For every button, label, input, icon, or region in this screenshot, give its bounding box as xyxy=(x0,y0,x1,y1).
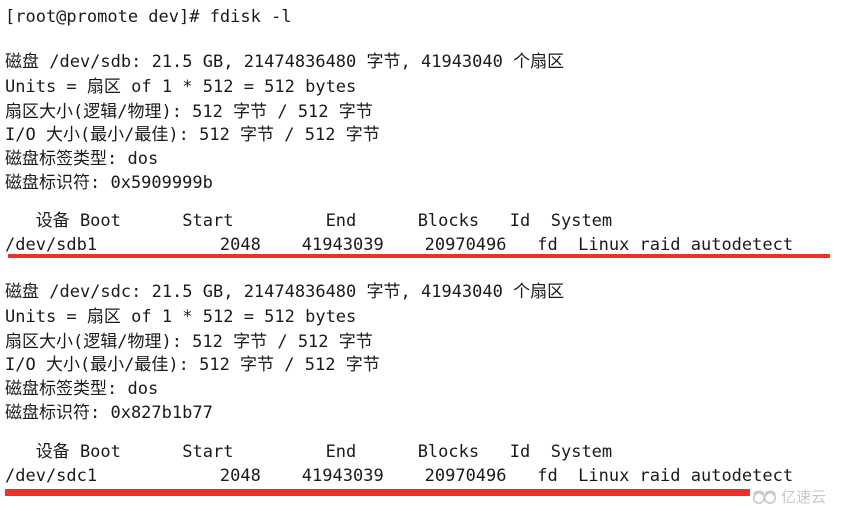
disk-units-sdc: Units = 扇区 of 1 * 512 = 512 bytes xyxy=(5,307,357,327)
disk-io-size-sdb: I/O 大小(最小/最佳): 512 字节 / 512 字节 xyxy=(5,125,380,145)
partition-row-sdc1: /dev/sdc1 2048 41943039 20970496 fd Linu… xyxy=(5,466,794,486)
highlight-underline-sdc xyxy=(5,489,750,496)
disk-identifier-sdb: 磁盘标识符: 0x5909999b xyxy=(5,173,213,193)
watermark-text: 亿速云 xyxy=(781,488,827,506)
disk-label-type-sdc: 磁盘标签类型: dos xyxy=(5,379,159,399)
disk-io-size-sdc: I/O 大小(最小/最佳): 512 字节 / 512 字节 xyxy=(5,355,380,375)
disk-units-sdb: Units = 扇区 of 1 * 512 = 512 bytes xyxy=(5,77,357,97)
disk-sector-size-sdc: 扇区大小(逻辑/物理): 512 字节 / 512 字节 xyxy=(5,332,373,352)
partition-table-header-sdc: 设备 Boot Start End Blocks Id System xyxy=(5,442,613,462)
cloud-logo-icon xyxy=(753,490,776,504)
highlight-underline-sdb xyxy=(8,254,830,258)
watermark: 亿速云 xyxy=(752,486,826,507)
terminal-output: [root@promote dev]# fdisk -l 磁盘 /dev/sdb… xyxy=(0,0,846,511)
disk-summary-sdc: 磁盘 /dev/sdc: 21.5 GB, 21474836480 字节, 41… xyxy=(5,282,565,302)
disk-identifier-sdc: 磁盘标识符: 0x827b1b77 xyxy=(5,403,213,423)
disk-label-type-sdb: 磁盘标签类型: dos xyxy=(5,149,159,169)
disk-sector-size-sdb: 扇区大小(逻辑/物理): 512 字节 / 512 字节 xyxy=(5,102,373,122)
partition-table-header-sdb: 设备 Boot Start End Blocks Id System xyxy=(5,211,613,231)
disk-summary-sdb: 磁盘 /dev/sdb: 21.5 GB, 21474836480 字节, 41… xyxy=(5,52,565,72)
shell-prompt-line: [root@promote dev]# fdisk -l xyxy=(5,7,292,27)
